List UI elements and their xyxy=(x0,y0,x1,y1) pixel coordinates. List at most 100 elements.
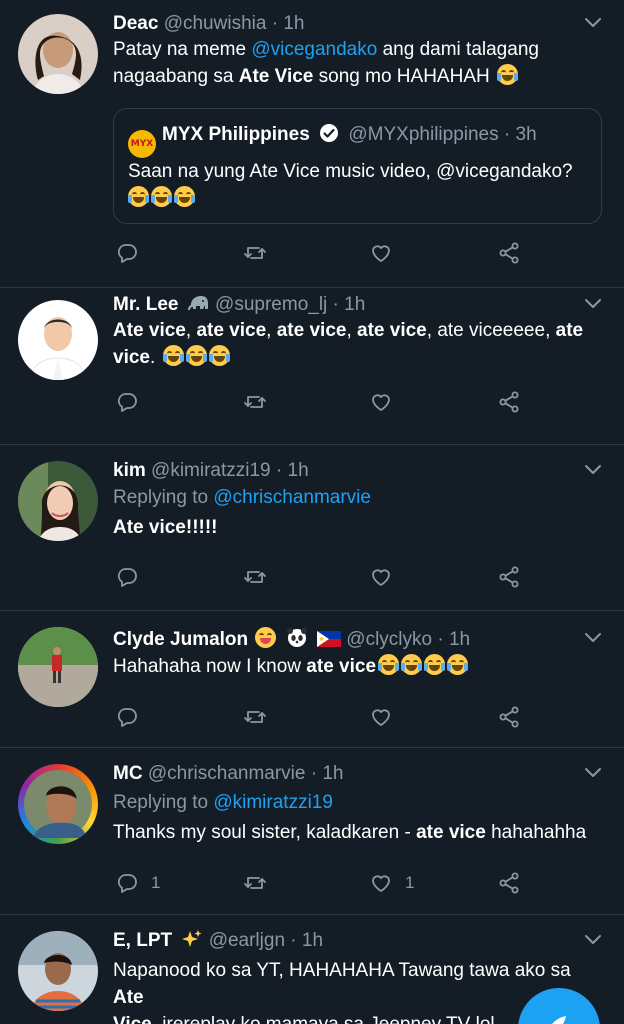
display-name[interactable]: kim xyxy=(113,460,146,481)
timestamp[interactable]: 1h xyxy=(449,629,470,650)
like-icon xyxy=(369,705,393,729)
bold-text: ate vice xyxy=(416,822,486,843)
tweet[interactable]: MC @chrischanmarvie · 1h Replying to @ki… xyxy=(0,748,624,915)
tweet[interactable]: Mr. Lee @supremo_lj · 1h Ate vice, ate v… xyxy=(0,288,624,445)
like-button[interactable]: 1 xyxy=(369,870,414,896)
user-handle[interactable]: @earljgn xyxy=(209,930,285,951)
timestamp[interactable]: 1h xyxy=(288,460,309,481)
tears-of-joy-emoji-icon xyxy=(424,654,446,675)
quoted-display-name: MYX Philippines xyxy=(162,124,310,145)
reply-icon xyxy=(115,871,139,895)
display-name[interactable]: Deac xyxy=(113,13,158,34)
reply-label: Replying to xyxy=(113,487,214,508)
avatar[interactable] xyxy=(18,627,98,707)
text-segment: , irereplay ko mamaya sa Jeepney TV lol xyxy=(152,1014,495,1024)
tears-of-joy-emoji-icon xyxy=(174,186,195,207)
tears-of-joy-emoji-icon xyxy=(447,654,469,675)
quoted-tweet-card[interactable]: MYX MYX Philippines @MYXphilippines · 3h … xyxy=(113,108,602,224)
caret-down-icon[interactable] xyxy=(584,16,602,30)
retweet-button[interactable] xyxy=(243,704,267,730)
caret-down-icon[interactable] xyxy=(584,631,602,645)
text-segment: . xyxy=(149,347,161,368)
separator-dot: · xyxy=(290,930,297,951)
tweet-actions xyxy=(113,704,602,730)
retweet-button[interactable] xyxy=(243,870,267,896)
mention-link[interactable]: @vicegandako xyxy=(251,39,377,60)
tongue-face-emoji-icon xyxy=(255,627,277,648)
reply-button[interactable]: 1 xyxy=(115,870,160,896)
like-button[interactable] xyxy=(369,389,393,415)
share-button[interactable] xyxy=(497,704,521,730)
timestamp[interactable]: 1h xyxy=(322,763,343,784)
caret-down-icon[interactable] xyxy=(584,297,602,311)
user-handle[interactable]: @kimiratzzi19 xyxy=(151,460,271,481)
display-name[interactable]: Clyde Jumalon xyxy=(113,629,248,650)
text-segment: , xyxy=(185,320,197,341)
display-name[interactable]: MC xyxy=(113,763,143,784)
timeline-feed: Deac @chuwishia · 1h Patay na meme @vice… xyxy=(0,0,624,1024)
reply-icon xyxy=(115,390,139,414)
elephant-emoji-icon xyxy=(187,296,208,310)
avatar[interactable] xyxy=(18,14,98,94)
avatar[interactable] xyxy=(18,764,98,844)
timestamp[interactable]: 1h xyxy=(283,13,304,34)
panda-emoji-icon xyxy=(286,628,307,647)
replying-to: Replying to @chrischanmarvie xyxy=(113,485,371,511)
like-button[interactable] xyxy=(369,704,393,730)
quoted-timestamp: 3h xyxy=(515,124,537,145)
bold-text: ate vice xyxy=(357,320,427,341)
avatar[interactable] xyxy=(18,931,98,1011)
reply-button[interactable] xyxy=(115,240,139,266)
like-button[interactable] xyxy=(369,240,393,266)
tweet[interactable]: Clyde Jumalon @clyclyko · 1h Hahahaha no… xyxy=(0,611,624,748)
user-handle[interactable]: @chuwishia xyxy=(164,13,267,34)
timestamp[interactable]: 1h xyxy=(344,294,365,315)
user-handle[interactable]: @clyclyko xyxy=(346,629,432,650)
tweet-actions xyxy=(113,389,602,415)
tweet-actions xyxy=(113,240,602,266)
reply-button[interactable] xyxy=(115,704,139,730)
caret-down-icon[interactable] xyxy=(584,766,602,780)
bold-text: ate vice xyxy=(196,320,267,341)
separator-dot: · xyxy=(503,124,511,145)
display-name[interactable]: E, LPT xyxy=(113,930,172,951)
share-button[interactable] xyxy=(497,870,521,896)
myx-logo: MYX xyxy=(128,130,156,158)
tears-of-joy-emoji-icon xyxy=(151,186,172,207)
tears-of-joy-emoji-icon xyxy=(208,345,230,366)
reply-button[interactable] xyxy=(115,389,139,415)
retweet-icon xyxy=(243,705,267,729)
like-button[interactable] xyxy=(369,564,393,590)
reply-button[interactable] xyxy=(115,564,139,590)
share-button[interactable] xyxy=(497,240,521,266)
text-segment: Hahahaha now I know xyxy=(113,656,307,677)
retweet-button[interactable] xyxy=(243,389,267,415)
reply-mention-link[interactable]: @kimiratzzi19 xyxy=(213,792,333,813)
text-segment: , xyxy=(266,320,277,341)
text-segment: , xyxy=(346,320,358,341)
caret-down-icon[interactable] xyxy=(584,463,602,477)
reply-label: Replying to xyxy=(113,792,214,813)
tweet[interactable]: kim @kimiratzzi19 · 1h Replying to @chri… xyxy=(0,445,624,611)
avatar[interactable] xyxy=(18,300,98,380)
caret-down-icon[interactable] xyxy=(584,933,602,947)
quoted-user-handle: @MYXphilippines xyxy=(348,124,499,145)
retweet-button[interactable] xyxy=(243,240,267,266)
timestamp[interactable]: 1h xyxy=(302,930,323,951)
share-button[interactable] xyxy=(497,564,521,590)
like-icon xyxy=(369,241,393,265)
tweet[interactable]: Deac @chuwishia · 1h Patay na meme @vice… xyxy=(0,0,624,288)
share-button[interactable] xyxy=(497,389,521,415)
display-name[interactable]: Mr. Lee xyxy=(113,294,178,315)
compose-tweet-icon xyxy=(552,1016,566,1024)
text-segment: Napanood ko sa YT, HAHAHAHA Tawang tawa … xyxy=(113,960,571,981)
share-icon xyxy=(497,390,521,414)
reply-mention-link[interactable]: @chrischanmarvie xyxy=(213,487,371,508)
avatar[interactable] xyxy=(18,461,98,541)
retweet-button[interactable] xyxy=(243,564,267,590)
tears-of-joy-emoji-icon xyxy=(128,186,149,207)
bold-text: Ate Vice xyxy=(238,66,314,87)
user-handle[interactable]: @supremo_lj xyxy=(215,294,327,315)
user-handle[interactable]: @chrischanmarvie xyxy=(148,763,306,784)
separator-dot: · xyxy=(310,763,318,784)
